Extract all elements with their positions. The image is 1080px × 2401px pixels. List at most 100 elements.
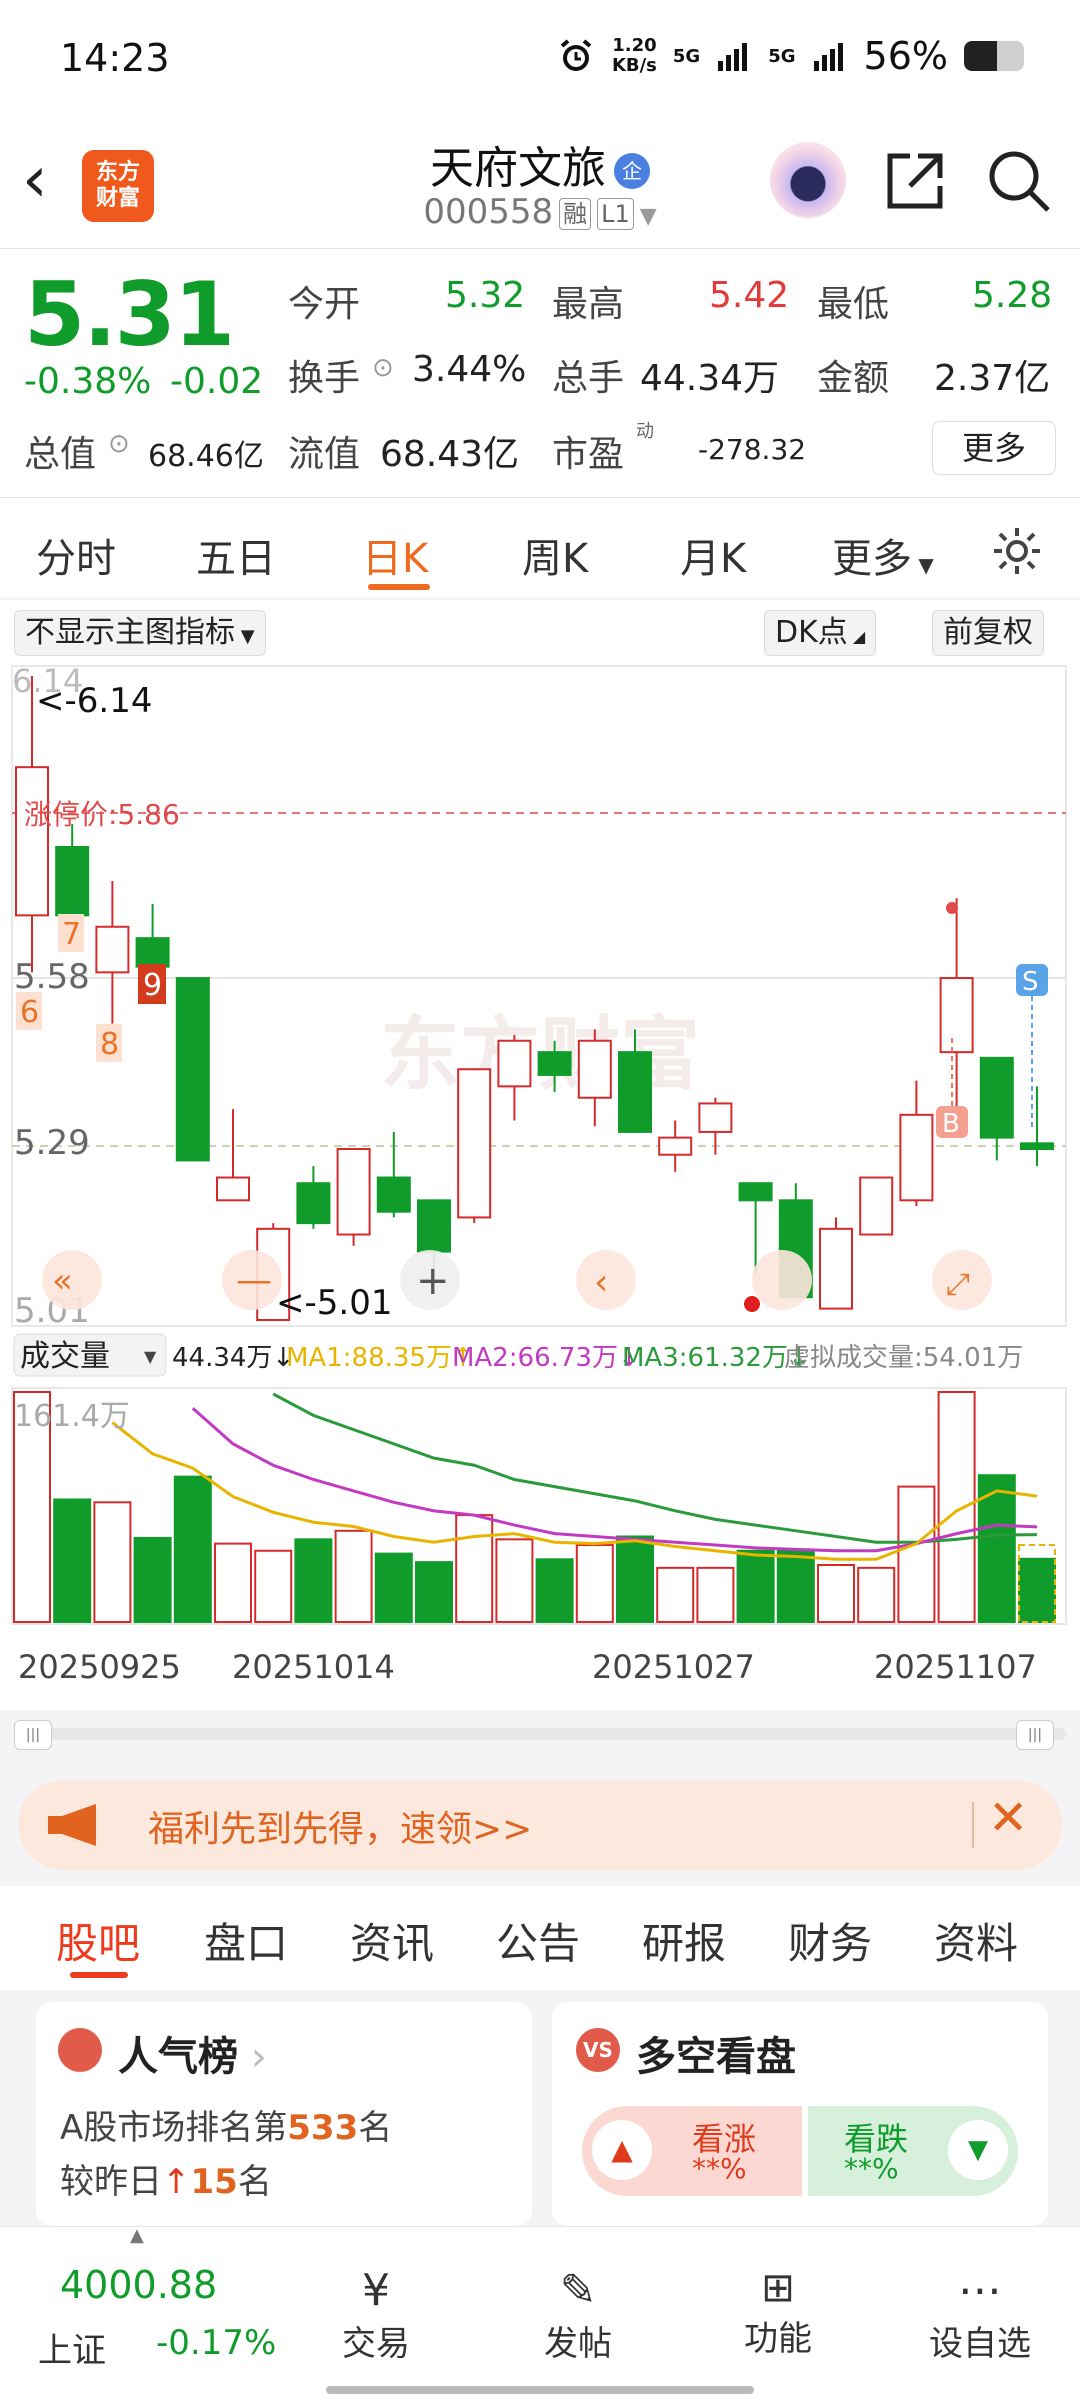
adjust-button[interactable]: 前复权 (932, 610, 1044, 656)
candle-body (376, 1176, 411, 1213)
alarm-icon (560, 39, 592, 71)
tab-research[interactable]: 研报 (642, 1910, 726, 1971)
change-amount: -0.02 (170, 361, 264, 402)
megaphone-icon (48, 1804, 96, 1846)
more-quote-button[interactable]: 更多 (932, 421, 1056, 475)
battery-percent: 56% (863, 34, 948, 78)
volume-bar (374, 1552, 413, 1623)
tab-news[interactable]: 资讯 (350, 1910, 434, 1971)
amount-label: 金额 (817, 358, 890, 399)
volume-bars-group (13, 1391, 1056, 1624)
volume-now: 44.34万↓ (172, 1343, 294, 1373)
rank-suffix: 名 (358, 2108, 393, 2148)
ma1-label: MA1:88.35万↑ (286, 1343, 474, 1373)
tab-more[interactable]: 更多 ▼ (832, 526, 934, 584)
function-button[interactable]: ⊞ 功能 (708, 2265, 848, 2360)
share-icon[interactable] (880, 146, 950, 216)
kline-svg[interactable]: 东方财富 6.14 <-6.14 涨停价:5.86 5.58 5.29 5.01… (0, 662, 1080, 1712)
indicator-select[interactable]: 不显示主图指标 ▼ (14, 610, 266, 656)
candle-body (135, 937, 170, 968)
volume-bar (173, 1475, 212, 1624)
candle-body (216, 1176, 250, 1202)
assistant-avatar[interactable] (770, 142, 846, 218)
subtab-active-indicator (70, 1972, 128, 1978)
chart-scrollbar[interactable] (14, 1728, 1066, 1740)
info-icon-2[interactable]: ⊙ (108, 429, 130, 459)
add-watchlist-button[interactable]: ⋯ 设自选 (910, 2265, 1050, 2365)
stock-name-text: 天府文旅 (430, 143, 606, 194)
banner-divider (972, 1802, 974, 1848)
more-circle-icon: ⋯ (958, 2265, 1002, 2316)
scroll-handle-right[interactable]: ||| (1016, 1720, 1054, 1750)
candle-body (939, 977, 974, 1054)
candle-body (698, 1102, 733, 1133)
tab-orderbook[interactable]: 盘口 (204, 1910, 288, 1971)
stock-header: ‹ 东方 财富 天府文旅企 000558 融 L1 ▼ (0, 120, 1080, 249)
next-button[interactable] (752, 1250, 812, 1310)
status-time: 14:23 (60, 36, 170, 80)
caret-up-icon[interactable]: ▲ (130, 2225, 144, 2246)
candle-body (175, 977, 210, 1162)
candle-body (979, 1056, 1014, 1139)
candle-body (15, 766, 49, 917)
volume-max-label: 161.4万 (14, 1399, 130, 1434)
period-tabs: 分时 五日 日K 周K 月K 更多 ▼ (0, 498, 1080, 599)
pe-value: -278.32 (698, 433, 807, 466)
volume-bar (937, 1391, 976, 1623)
post-button[interactable]: ✎ 发帖 (508, 2265, 648, 2365)
popularity-card[interactable]: 人气榜 › A股市场排名第533名 较昨日↑15名 (36, 2002, 532, 2226)
red-dot (744, 1296, 760, 1312)
candle-body (55, 845, 90, 917)
marker-6: 6 (20, 995, 39, 1030)
volume-bar (93, 1501, 132, 1624)
tab-finance[interactable]: 财务 (788, 1910, 872, 1971)
max-marker: <-6.14 (36, 681, 152, 721)
minus-icon: — (236, 1260, 272, 1301)
net-speed-unit: KB/s (611, 55, 657, 76)
candle-body (738, 1182, 773, 1202)
low-label: 最低 (817, 284, 890, 325)
mcap-label: 总值 (24, 434, 97, 475)
close-icon[interactable]: ✕ (988, 1790, 1028, 1846)
scroll-handle-left[interactable]: ||| (14, 1720, 52, 1750)
chevron-down-icon: ▼ (639, 204, 657, 229)
candle-body (577, 1039, 612, 1099)
battery-icon (964, 41, 1024, 71)
caret-down-icon: ▼ (912, 553, 934, 577)
edit-icon: ✎ (559, 2265, 597, 2316)
volume-bar (133, 1536, 172, 1623)
triangle-up-icon: ▲ (592, 2120, 652, 2180)
gear-icon[interactable] (990, 524, 1044, 578)
bull-button[interactable]: ▲ 看涨 **% (582, 2106, 802, 2196)
info-tabs: 股吧 盘口 资讯 公告 研报 财务 资料 (0, 1886, 1080, 1990)
bear-button[interactable]: 看跌 **% ▼ (808, 2106, 1018, 2196)
info-icon[interactable]: ⊙ (372, 353, 394, 383)
promo-banner[interactable]: 福利先到先得，速领>> ✕ (18, 1780, 1062, 1870)
bull-pct: **% (692, 2152, 747, 2185)
tab-announcements[interactable]: 公告 (496, 1910, 580, 1971)
bull-bear-card[interactable]: VS 多空看盘 ▲ 看涨 **% 看跌 **% ▼ (552, 2002, 1048, 2226)
arrow-up-icon: ↑ (162, 2162, 191, 2202)
popularity-title-text: 人气榜 (118, 2034, 238, 2080)
index-name: 上证 (38, 2331, 106, 2371)
tab-monthly-k[interactable]: 月K (680, 526, 746, 584)
y-tick-558: 5.58 (14, 957, 90, 997)
volume-bar (736, 1549, 775, 1624)
index-value[interactable]: 4000.88 (60, 2263, 217, 2307)
dk-point-button[interactable]: DK点 ◢ (764, 610, 877, 656)
stock-code-text: 000558 (423, 192, 554, 232)
tab-five-day[interactable]: 五日 (196, 526, 276, 584)
tab-daily-k[interactable]: 日K (362, 526, 428, 584)
volume-bar (696, 1566, 735, 1623)
tab-intraday[interactable]: 分时 (36, 526, 116, 584)
net-speed-value: 1.20 (612, 35, 657, 56)
trade-button[interactable]: ¥ 交易 (306, 2265, 446, 2365)
pe-superscript: 动 (636, 421, 654, 442)
vs-icon: VS (576, 2028, 620, 2072)
trade-label: 交易 (342, 2324, 410, 2364)
margin-tag: 融 (559, 197, 592, 230)
tab-profile[interactable]: 资料 (934, 1910, 1018, 1971)
tab-forum[interactable]: 股吧 (56, 1910, 140, 1971)
tab-weekly-k[interactable]: 周K (522, 526, 588, 584)
search-icon[interactable] (984, 146, 1054, 216)
